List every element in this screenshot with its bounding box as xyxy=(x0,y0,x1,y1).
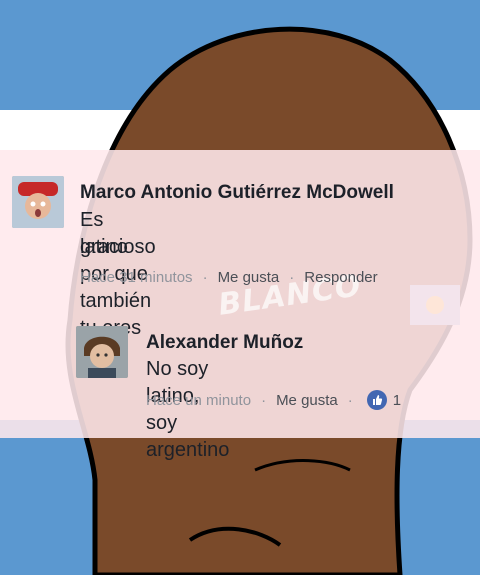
comment-text-line2: latino xyxy=(80,236,128,258)
like-count: 1 xyxy=(392,391,402,409)
separator-dot: · xyxy=(347,391,353,409)
comment-time[interactable]: Hace un minuto xyxy=(146,392,251,409)
thumbs-up-glyph xyxy=(372,395,382,405)
avatar-photo-icon xyxy=(12,176,64,228)
like-button[interactable]: Me gusta xyxy=(276,392,338,409)
comment-author[interactable]: Marco Antonio Gutiérrez McDowell xyxy=(80,182,394,204)
separator-dot: · xyxy=(261,391,267,409)
separator-dot: · xyxy=(289,269,295,286)
avatar-photo-icon xyxy=(76,326,128,378)
meme-image: BLANCO Marco Antonio Gutiérrez McDowell … xyxy=(0,0,480,575)
thumbs-up-icon[interactable] xyxy=(366,390,387,410)
like-button[interactable]: Me gusta xyxy=(218,269,280,286)
comment-time[interactable]: Hace 31 minutos xyxy=(80,269,193,286)
reply-button[interactable]: Responder xyxy=(304,269,377,286)
comment-text: No soy latino, soy argentino xyxy=(146,358,230,461)
avatar[interactable] xyxy=(76,326,128,378)
comment-meta: Hace un minuto · Me gusta · 1 xyxy=(146,390,401,410)
separator-dot: · xyxy=(202,269,208,286)
comment-author[interactable]: Alexander Muñoz xyxy=(146,332,303,354)
avatar[interactable] xyxy=(12,176,64,228)
comment-meta: Hace 31 minutos · Me gusta · Responder xyxy=(80,269,378,286)
